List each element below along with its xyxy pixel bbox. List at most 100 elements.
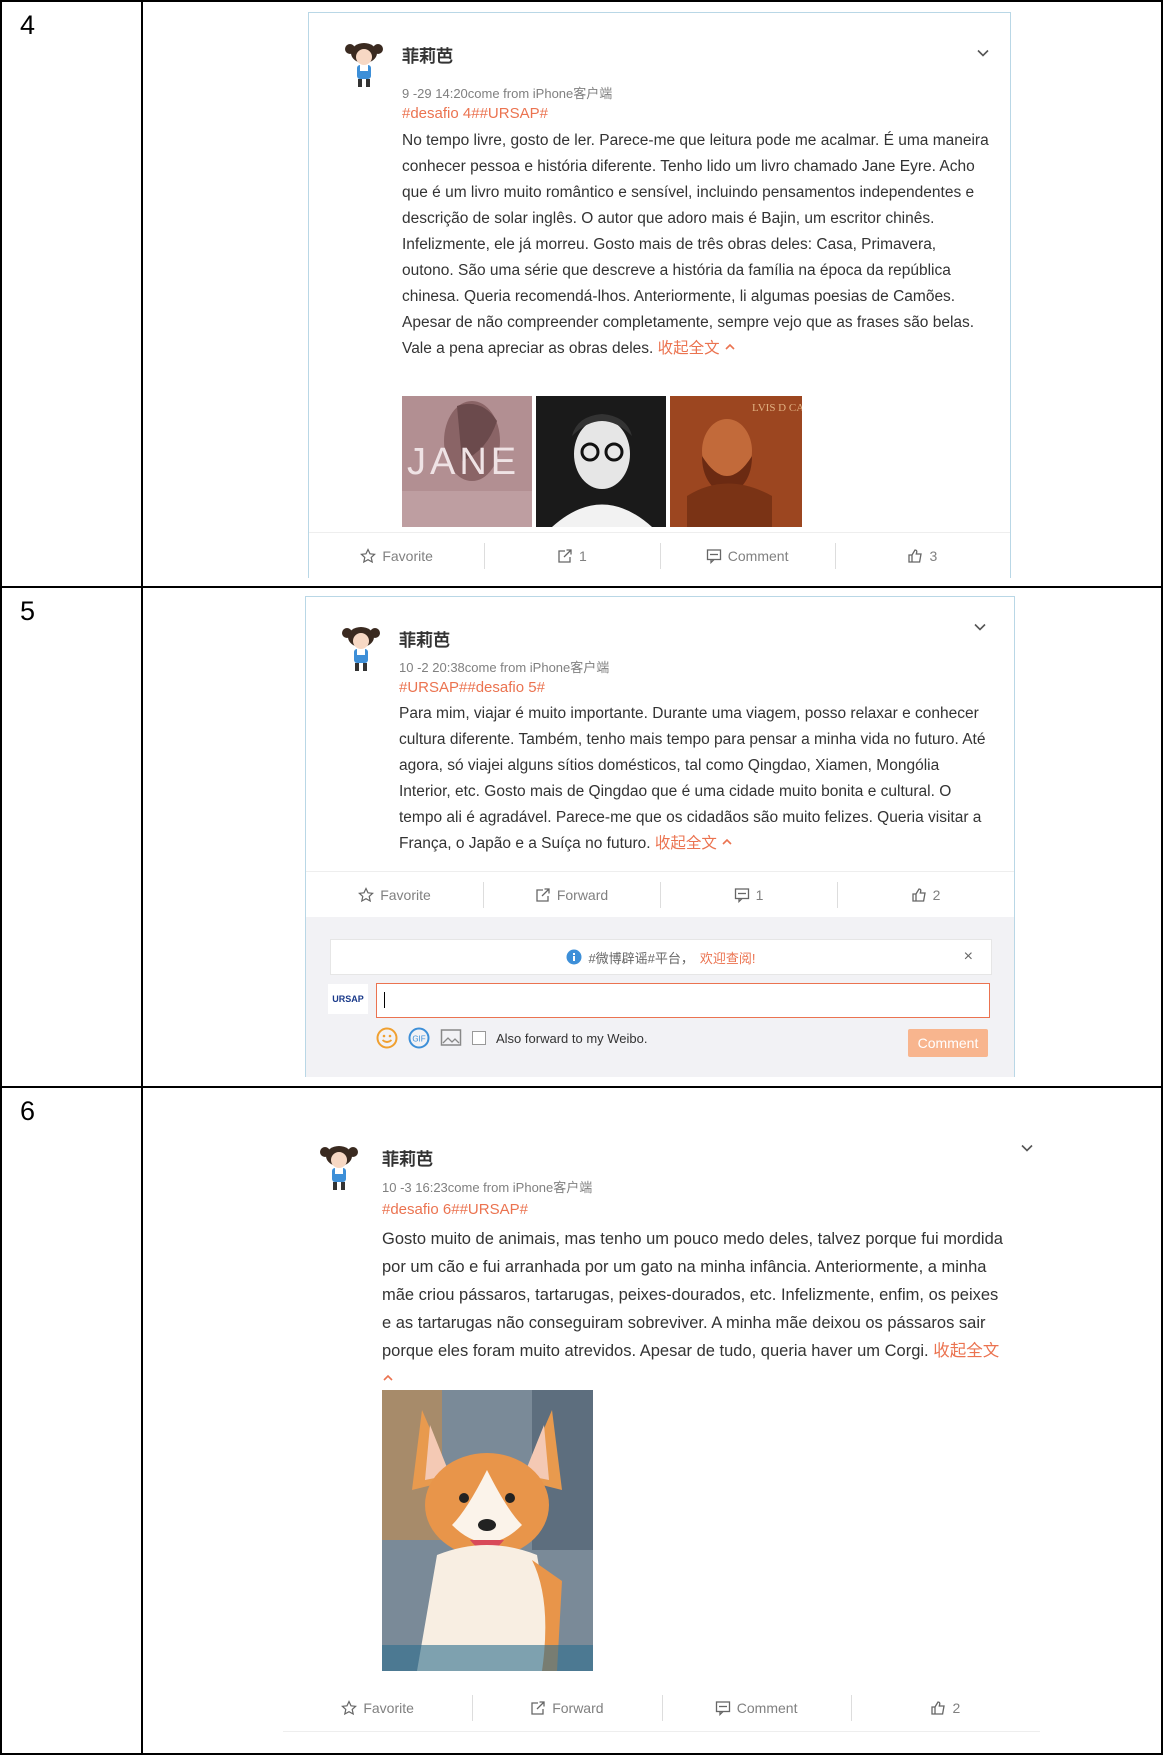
notice-link[interactable]: 欢迎查阅! [700, 948, 756, 967]
text-cursor [384, 992, 385, 1008]
chevron-down-icon[interactable] [1021, 1142, 1033, 1154]
row-number-cell: 4 [0, 0, 143, 588]
like-count: 2 [932, 887, 941, 903]
post-text: Para mim, viajar é muito importante. Dur… [399, 701, 989, 857]
like-button[interactable]: 2 [850, 1685, 1040, 1731]
collapse-link[interactable]: 收起全文 [933, 1342, 999, 1360]
post-images: JANE EYRE LVIS D CA [402, 396, 822, 527]
row-number: 6 [20, 1096, 36, 1126]
chevron-down-icon[interactable] [974, 621, 986, 633]
hashtags[interactable]: #desafio 4##URSAP# [402, 105, 548, 122]
post-cell: 菲莉芭 9 -29 14:20come from iPhone客户端 #desa… [141, 0, 1163, 588]
also-forward-checkbox[interactable] [472, 1031, 486, 1045]
comment-toolbar: GIF Also forward to my Weibo. [376, 1027, 647, 1049]
favorite-button[interactable]: Favorite [306, 872, 483, 918]
like-button[interactable]: 3 [834, 533, 1010, 579]
post-cell: 菲莉芭 10 -3 16:23come from iPhone客户端 #desa… [141, 1086, 1163, 1755]
comment-icon [706, 548, 722, 564]
forward-button[interactable]: Forward [483, 872, 660, 918]
comment-button[interactable]: Comment [659, 533, 835, 579]
thumbs-up-icon [911, 887, 927, 903]
username[interactable]: 菲莉芭 [402, 42, 453, 67]
like-button[interactable]: 2 [837, 872, 1014, 918]
info-icon [566, 949, 582, 965]
camoes-painting[interactable]: LVIS D CAMO [670, 396, 822, 527]
star-icon [358, 887, 374, 903]
forward-icon [557, 548, 573, 564]
row-number-cell: 5 [0, 586, 143, 1088]
chevron-down-icon[interactable] [977, 47, 989, 59]
close-icon[interactable]: × [964, 948, 973, 966]
weibo-post: 菲莉芭 9 -29 14:20come from iPhone客户端 #desa… [308, 12, 1011, 578]
username[interactable]: 菲莉芭 [399, 626, 450, 651]
username[interactable]: 菲莉芭 [382, 1145, 433, 1170]
post-text: Gosto muito de animais, mas tenho um pou… [382, 1225, 1012, 1393]
action-bar: Favorite 1 Comment 3 [309, 532, 1010, 579]
post-body: No tempo livre, gosto de ler. Parece-me … [402, 132, 989, 357]
favorite-label: Favorite [363, 1700, 414, 1716]
collapse-link[interactable]: 收起全文 [655, 835, 717, 852]
post-body: Gosto muito de animais, mas tenho um pou… [382, 1230, 1003, 1360]
comment-input[interactable] [376, 983, 990, 1018]
post-meta: 10 -2 20:38come from iPhone客户端 [399, 660, 610, 675]
action-bar: Favorite Forward Comment 2 [283, 1685, 1040, 1732]
star-icon [360, 548, 376, 564]
post-body: Para mim, viajar é muito importante. Dur… [399, 705, 986, 852]
weibo-post: 菲莉芭 10 -3 16:23come from iPhone客户端 #desa… [283, 1098, 1040, 1746]
thumbs-up-icon [907, 548, 923, 564]
forward-button[interactable]: 1 [484, 533, 659, 579]
comment-button[interactable]: Comment [661, 1685, 851, 1731]
chevron-up-icon[interactable] [382, 1372, 394, 1384]
chevron-up-icon[interactable] [724, 341, 736, 353]
image-icon[interactable] [440, 1028, 462, 1048]
forward-icon [530, 1700, 546, 1716]
forward-button[interactable]: Forward [472, 1685, 661, 1731]
also-forward-label: Also forward to my Weibo. [496, 1030, 648, 1046]
post-meta: 9 -29 14:20come from iPhone客户端 [402, 86, 613, 101]
row-number-cell: 6 [0, 1086, 143, 1755]
favorite-label: Favorite [382, 548, 433, 564]
rumor-notice: #微博辟谣#平台， 欢迎查阅! × [330, 939, 992, 975]
svg-text:GIF: GIF [412, 1035, 425, 1044]
collapse-link[interactable]: 收起全文 [658, 340, 720, 357]
painting-text: LVIS D CAMO [752, 402, 802, 414]
comment-label: Comment [736, 1700, 798, 1716]
thumbs-up-icon [930, 1700, 946, 1716]
comment-icon [734, 887, 750, 903]
like-count: 3 [929, 548, 938, 564]
comment-submit-button[interactable]: Comment [908, 1029, 988, 1057]
avatar[interactable] [317, 1142, 361, 1194]
row-number: 5 [20, 596, 36, 626]
comment-count: 1 [755, 887, 764, 903]
avatar[interactable] [339, 623, 383, 675]
comment-icon [715, 1700, 731, 1716]
favorite-label: Favorite [380, 887, 431, 903]
favorite-button[interactable]: Favorite [283, 1685, 472, 1731]
action-bar: Favorite Forward 1 2 [306, 871, 1014, 918]
chevron-up-icon[interactable] [721, 836, 733, 848]
forward-count: 1 [578, 548, 587, 564]
forward-label: Forward [556, 887, 609, 903]
post-cell: 菲莉芭 10 -2 20:38come from iPhone客户端 #URSA… [141, 586, 1163, 1088]
avatar[interactable] [342, 39, 386, 91]
post-text: No tempo livre, gosto de ler. Parece-me … [402, 128, 992, 362]
post-meta: 10 -3 16:23come from iPhone客户端 [382, 1180, 593, 1195]
emoji-icon[interactable] [376, 1027, 398, 1049]
like-count: 2 [952, 1700, 961, 1716]
weibo-post: 菲莉芭 10 -2 20:38come from iPhone客户端 #URSA… [305, 596, 1015, 1077]
corgi-image[interactable] [382, 1390, 593, 1671]
author-photo[interactable] [536, 396, 666, 527]
forward-icon [535, 887, 551, 903]
comment-button[interactable]: 1 [660, 872, 837, 918]
favorite-button[interactable]: Favorite [309, 533, 484, 579]
forward-label: Forward [552, 1700, 604, 1716]
hashtags[interactable]: #URSAP##desafio 5# [399, 679, 545, 696]
comment-label: Comment [727, 548, 789, 564]
ursap-logo: URSAP [328, 984, 368, 1014]
star-icon [341, 1700, 357, 1716]
hashtags[interactable]: #desafio 6##URSAP# [382, 1201, 528, 1218]
challenge-table: 4 菲莉芭 9 -29 14:20come from iPhone客户端 #de… [0, 0, 1163, 1755]
gif-icon[interactable]: GIF [408, 1027, 430, 1049]
row-number: 4 [20, 10, 36, 40]
notice-text: #微博辟谣#平台， [588, 950, 694, 966]
